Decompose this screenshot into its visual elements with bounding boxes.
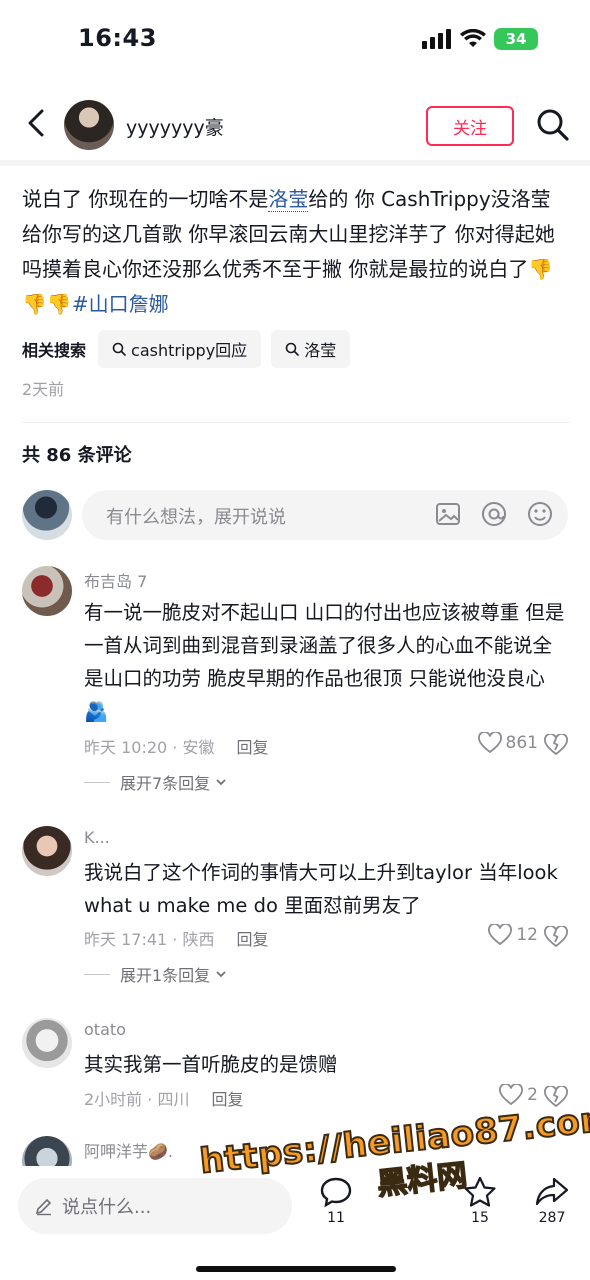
status-icons: 34 — [422, 28, 538, 50]
wifi-icon — [460, 29, 486, 47]
expand-replies-text: 展开1条回复 — [120, 966, 211, 985]
battery-indicator: 34 — [494, 28, 538, 50]
post-timestamp: 2天前 — [22, 380, 65, 399]
like-count: 12 — [516, 925, 538, 945]
commenter-avatar[interactable] — [22, 566, 72, 616]
header-divider — [0, 160, 590, 166]
related-searches: 相关搜索 cashtrippy回应 洛莹 — [22, 330, 351, 368]
post-header: yyyyyyy豪 关注 — [0, 96, 590, 156]
comment-text: 有一说一脆皮对不起山口 山口的付出也应该被尊重 但是一首从词到曲到混音到录涵盖了… — [84, 601, 565, 723]
commenter-name[interactable]: otato — [84, 1020, 126, 1039]
pencil-icon — [35, 1198, 52, 1216]
author-username[interactable]: yyyyyyy豪 — [126, 113, 224, 140]
comment-item: K... 我说白了这个作词的事情大可以上升到taylor 当年look what… — [22, 826, 570, 986]
search-icon — [285, 342, 299, 356]
reply-button[interactable]: 回复 — [211, 1086, 243, 1110]
commenter-avatar[interactable] — [22, 1018, 72, 1068]
comment-input-placeholder: 有什么想法，展开说说 — [106, 507, 286, 528]
search-icon — [112, 342, 126, 356]
comment-meta: 昨天 17:41 · 陕西 回复 — [84, 926, 268, 950]
related-search-chip[interactable]: cashtrippy回应 — [98, 330, 262, 368]
comment-meta: 昨天 10:20 · 安徽 回复 — [84, 734, 268, 758]
expand-replies-button[interactable]: 展开1条回复 — [84, 962, 228, 986]
broken-heart-icon[interactable] — [544, 926, 568, 948]
like-button[interactable]: 2 — [499, 1084, 538, 1106]
commenter-name[interactable]: K... — [84, 828, 110, 847]
post-text-part: 说白了 你现在的一切啥不是 — [22, 187, 269, 211]
broken-heart-icon[interactable] — [544, 734, 568, 756]
home-indicator[interactable] — [196, 1266, 396, 1272]
like-button[interactable]: 12 — [488, 924, 538, 946]
my-avatar — [22, 490, 72, 540]
status-bar: 16:43 34 — [0, 0, 590, 80]
related-search-text: cashtrippy回应 — [131, 341, 248, 360]
comment-text: 我说白了这个作词的事情大可以上升到taylor 当年look what u ma… — [84, 861, 558, 917]
mention-icon[interactable] — [480, 500, 508, 528]
heart-icon — [488, 924, 513, 946]
follow-button[interactable]: 关注 — [426, 106, 514, 146]
back-arrow-icon[interactable] — [22, 108, 52, 138]
heart-icon — [477, 732, 502, 754]
search-icon[interactable] — [536, 108, 570, 142]
commenter-avatar[interactable] — [22, 826, 72, 876]
expand-divider — [84, 973, 110, 975]
emoji-icon[interactable] — [526, 500, 554, 528]
like-count: 2 — [527, 1085, 538, 1105]
related-search-chip[interactable]: 洛莹 — [271, 330, 351, 368]
shares-count: 287 — [538, 1210, 566, 1226]
like-count: 861 — [505, 733, 538, 753]
comment-item: 布吉岛 7 有一说一脆皮对不起山口 山口的付出也应该被尊重 但是一首从词到曲到混… — [22, 566, 570, 796]
reply-button[interactable]: 回复 — [236, 926, 268, 950]
comment-time-location: 2小时前 · 四川 — [84, 1090, 190, 1109]
commenter-name[interactable]: 阿呷洋芋🥔. — [84, 1138, 173, 1162]
reply-button[interactable]: 回复 — [236, 734, 268, 758]
commenter-avatar[interactable] — [22, 1136, 72, 1166]
status-time: 16:43 — [78, 24, 157, 52]
author-avatar[interactable] — [64, 100, 114, 150]
input-tools — [434, 500, 554, 528]
image-icon[interactable] — [434, 500, 462, 528]
say-something-placeholder: 说点什么... — [62, 1197, 152, 1218]
related-search-label: 相关搜索 — [22, 341, 87, 360]
keyword-link[interactable]: 洛莹 — [268, 187, 309, 212]
comment-count: 共 86 条评论 — [22, 445, 132, 466]
section-divider — [22, 422, 570, 423]
comments-count: 11 — [327, 1210, 345, 1226]
comment-input[interactable]: 有什么想法，展开说说 — [82, 490, 568, 540]
hashtag-link[interactable]: #山口詹娜 — [72, 292, 169, 316]
comment-time-location: 昨天 17:41 · 陕西 — [84, 930, 215, 949]
favorites-count: 15 — [471, 1210, 489, 1226]
comment-time-location: 昨天 10:20 · 安徽 — [84, 738, 215, 757]
related-search-text: 洛莹 — [304, 341, 337, 360]
comment-meta: 2小时前 · 四川 回复 — [84, 1086, 243, 1110]
chevron-down-icon — [216, 971, 226, 978]
expand-replies-button[interactable]: 展开7条回复 — [84, 770, 228, 794]
comment-text: 其实我第一首听脆皮的是馈赠 — [84, 1053, 338, 1076]
comment-item: otato 其实我第一首听脆皮的是馈赠 2小时前 · 四川 回复 2 — [22, 1018, 570, 1118]
chevron-down-icon — [216, 779, 226, 786]
like-button[interactable]: 861 — [477, 732, 538, 754]
expand-replies-text: 展开7条回复 — [120, 774, 211, 793]
post-text: 说白了 你现在的一切啥不是洛莹给的 你 CashTrippy没洛莹给你写的这几首… — [22, 182, 570, 322]
signal-icon — [422, 29, 451, 49]
commenter-name[interactable]: 布吉岛 7 — [84, 568, 147, 592]
heart-icon — [499, 1084, 524, 1106]
expand-divider — [84, 781, 110, 783]
